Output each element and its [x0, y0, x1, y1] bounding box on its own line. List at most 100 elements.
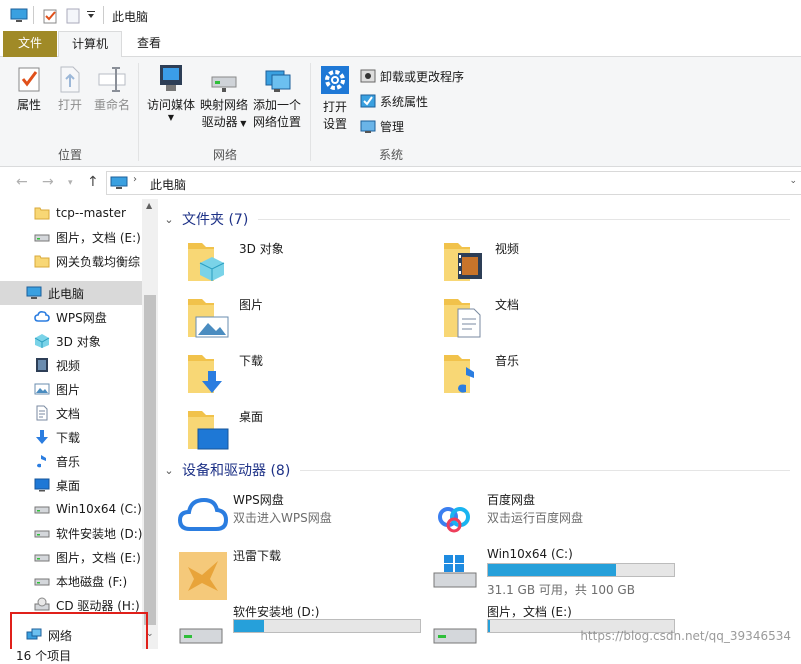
- nav-label: 软件安装地 (D:): [56, 526, 142, 541]
- nav-item-3d-objects[interactable]: 3D 对象: [0, 329, 142, 353]
- system-properties-button[interactable]: 系统属性: [360, 91, 428, 111]
- nav-item-music[interactable]: 音乐: [0, 449, 142, 473]
- address-bar[interactable]: › 此电脑 ⌄: [106, 171, 801, 195]
- nav-item-quick[interactable]: 网关负载均衡综: [0, 249, 142, 273]
- back-arrow-icon[interactable]: ←: [16, 174, 28, 190]
- nav-item-drive[interactable]: Win10x64 (C:): [0, 497, 142, 521]
- nav-item-cloud[interactable]: WPS网盘: [0, 305, 142, 329]
- manage-button[interactable]: 管理: [360, 116, 404, 136]
- open-settings-button[interactable]: 打开 设置: [318, 65, 352, 133]
- nav-item-drive[interactable]: 本地磁盘 (F:): [0, 569, 142, 593]
- collapse-chevron-icon[interactable]: ⌄: [160, 464, 178, 477]
- drive-icon: [34, 554, 50, 562]
- tab-computer[interactable]: 计算机: [58, 31, 122, 58]
- nav-label: 桌面: [56, 478, 81, 493]
- drive-usage-fill: [488, 620, 490, 632]
- folder-item[interactable]: 下载: [184, 347, 424, 397]
- add-network-location-button[interactable]: 添加一个 网络位置: [252, 69, 302, 131]
- nav-item-quick[interactable]: 图片，文档 (E:): [0, 225, 142, 249]
- device-item[interactable]: 迅雷下载: [178, 547, 428, 603]
- nav-item-drive[interactable]: 图片，文档 (E:): [0, 545, 142, 569]
- separator: [33, 6, 34, 24]
- nav-item-documents[interactable]: 文档: [0, 401, 142, 425]
- drive-usage-bar: [233, 619, 421, 633]
- map-network-drive-button[interactable]: 映射网络 驱动器 ▼: [199, 71, 249, 132]
- drive-icon: [34, 234, 50, 242]
- customize-toolbar-icon[interactable]: [87, 11, 96, 19]
- device-name: 迅雷下载: [233, 549, 282, 563]
- device-item[interactable]: 软件安装地 (D:): [178, 603, 428, 649]
- nav-label: 此电脑: [48, 286, 85, 301]
- new-folder-quick-icon[interactable]: [66, 8, 80, 24]
- annotation-highlight-box: [10, 612, 148, 653]
- group-label-system: 系统: [379, 148, 404, 162]
- dropdown-arrow-icon: ▼: [167, 113, 175, 122]
- breadcrumb-chevron-icon[interactable]: ›: [133, 174, 137, 185]
- folder-item[interactable]: 3D 对象: [184, 235, 424, 285]
- properties-quick-icon[interactable]: [42, 8, 58, 24]
- forward-arrow-icon[interactable]: →: [42, 174, 54, 190]
- group-label-location: 位置: [58, 148, 83, 162]
- device-item[interactable]: WPS网盘双击进入WPS网盘: [177, 491, 428, 547]
- nav-scrollbar[interactable]: ▲ ⌄: [142, 199, 158, 649]
- system-properties-icon: [360, 94, 376, 108]
- cloud-icon: [34, 311, 50, 322]
- nav-item-this-pc[interactable]: 此电脑: [0, 281, 142, 305]
- nav-item-video[interactable]: 视频: [0, 353, 142, 377]
- map-drive-label-2: 驱动器: [201, 115, 238, 129]
- watermark: https://blog.csdn.net/qq_39346534: [580, 629, 791, 643]
- open-icon: [60, 66, 80, 93]
- settings-gear-icon: [321, 66, 349, 94]
- access-media-button[interactable]: 访问媒体 ▼: [146, 63, 196, 122]
- rename-button[interactable]: 重命名: [93, 65, 131, 114]
- drive-icon: [34, 578, 50, 586]
- navigation-pane: tcp--master 图片，文档 (E:) 网关负载均衡综 此电脑 WPS网盘 3D…: [0, 199, 158, 649]
- device-name: 图片，文档 (E:): [487, 605, 572, 619]
- nav-label: 图片，文档 (E:): [56, 550, 141, 565]
- folder-item[interactable]: 视频: [440, 235, 680, 285]
- tab-view[interactable]: 查看: [128, 31, 170, 57]
- breadcrumb[interactable]: 此电脑: [150, 176, 186, 193]
- uninstall-label: 卸载或更改程序: [380, 69, 465, 84]
- nav-label: 本地磁盘 (F:): [56, 574, 128, 589]
- collapse-chevron-icon[interactable]: ⌄: [160, 213, 178, 226]
- open-settings-label-1: 打开: [322, 100, 347, 114]
- nav-item-download[interactable]: 下载: [0, 425, 142, 449]
- address-dropdown-icon[interactable]: ⌄: [789, 176, 797, 186]
- nav-label: 3D 对象: [56, 334, 101, 349]
- scroll-up-icon[interactable]: ▲: [146, 201, 152, 210]
- device-item[interactable]: Win10x64 (C:) 31.1 GB 可用，共 100 GB: [432, 547, 682, 603]
- nav-item-quick[interactable]: tcp--master: [0, 201, 142, 225]
- drive-usage-fill: [234, 620, 264, 632]
- nav-item-pictures[interactable]: 图片: [0, 377, 142, 401]
- nav-item-desktop[interactable]: 桌面: [0, 473, 142, 497]
- folder-item[interactable]: 文档: [440, 291, 680, 341]
- device-subtitle: 双击运行百度网盘: [487, 511, 584, 525]
- scrollbar-thumb[interactable]: [144, 295, 156, 625]
- device-item[interactable]: 百度网盘 双击运行百度网盘: [432, 491, 682, 547]
- computer-icon: [110, 176, 128, 189]
- recent-locations-chevron-icon[interactable]: ▾: [68, 178, 73, 188]
- section-folders[interactable]: ⌄ 文件夹 (7): [160, 209, 790, 229]
- open-label: 打开: [57, 98, 82, 112]
- nav-item-drive[interactable]: 软件安装地 (D:): [0, 521, 142, 545]
- device-subtitle: 双击进入WPS网盘: [233, 511, 332, 525]
- open-button[interactable]: 打开: [56, 65, 84, 114]
- separator: [310, 63, 311, 161]
- folder-item[interactable]: 图片: [184, 291, 424, 341]
- windows-drive-icon: [433, 555, 477, 588]
- manage-icon: [360, 120, 376, 133]
- folder-pictures-icon: [188, 299, 229, 338]
- folder-item[interactable]: 桌面: [184, 403, 424, 453]
- up-arrow-icon[interactable]: ↑: [87, 174, 99, 190]
- section-drives[interactable]: ⌄ 设备和驱动器 (8): [160, 460, 790, 480]
- window-title: 此电脑: [112, 10, 149, 24]
- manage-label: 管理: [380, 119, 405, 134]
- tab-file[interactable]: 文件: [3, 31, 57, 57]
- folder-icon: [34, 255, 50, 268]
- rename-label: 重命名: [93, 98, 130, 112]
- folder-item[interactable]: 音乐: [440, 347, 680, 397]
- uninstall-program-button[interactable]: 卸载或更改程序: [360, 66, 464, 86]
- properties-button[interactable]: 属性: [12, 65, 46, 114]
- device-name: WPS网盘: [233, 493, 284, 507]
